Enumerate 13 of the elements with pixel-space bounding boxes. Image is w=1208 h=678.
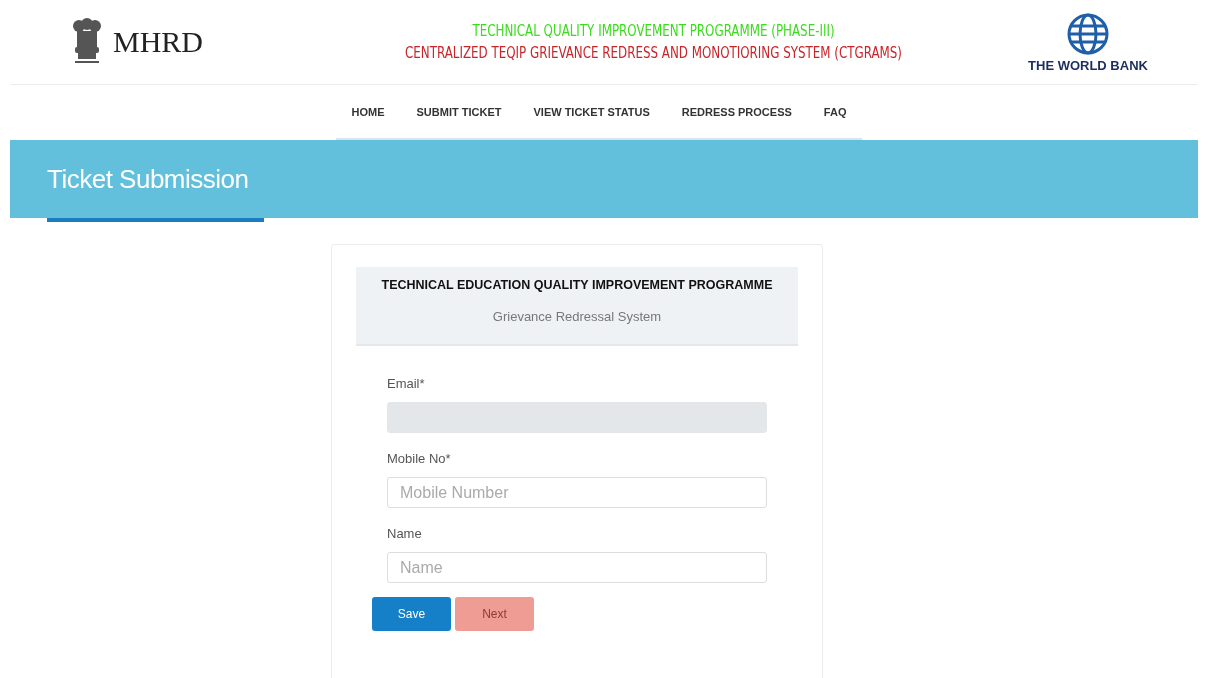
page-title: Ticket Submission [47,163,249,195]
input-field[interactable]: Mobile Number [387,477,767,508]
programme-title: TECHNICAL QUALITY IMPROVEMENT PROGRAMME (PHASE-III) [471,21,836,42]
field-label: Email* [387,376,426,391]
field-label: Name [387,526,423,541]
form-subheading: Grievance Redressal System [491,309,663,324]
system-title: CENTRALIZED TEQIP GRIEVANCE REDRESS AND MONOTIORING SYSTEM (CTGRAMS) [404,43,903,64]
save-button[interactable]: Save [372,597,451,631]
input-field[interactable]: Name [387,552,767,583]
form-heading: TECHNICAL EDUCATION QUALITY IMPROVEMENT PROGRAMME [380,278,774,292]
logo-text: MHRD [113,25,203,59]
partner-logo-text: THE WORLD BANK [1028,57,1148,73]
field-label: Mobile No* [387,451,452,466]
